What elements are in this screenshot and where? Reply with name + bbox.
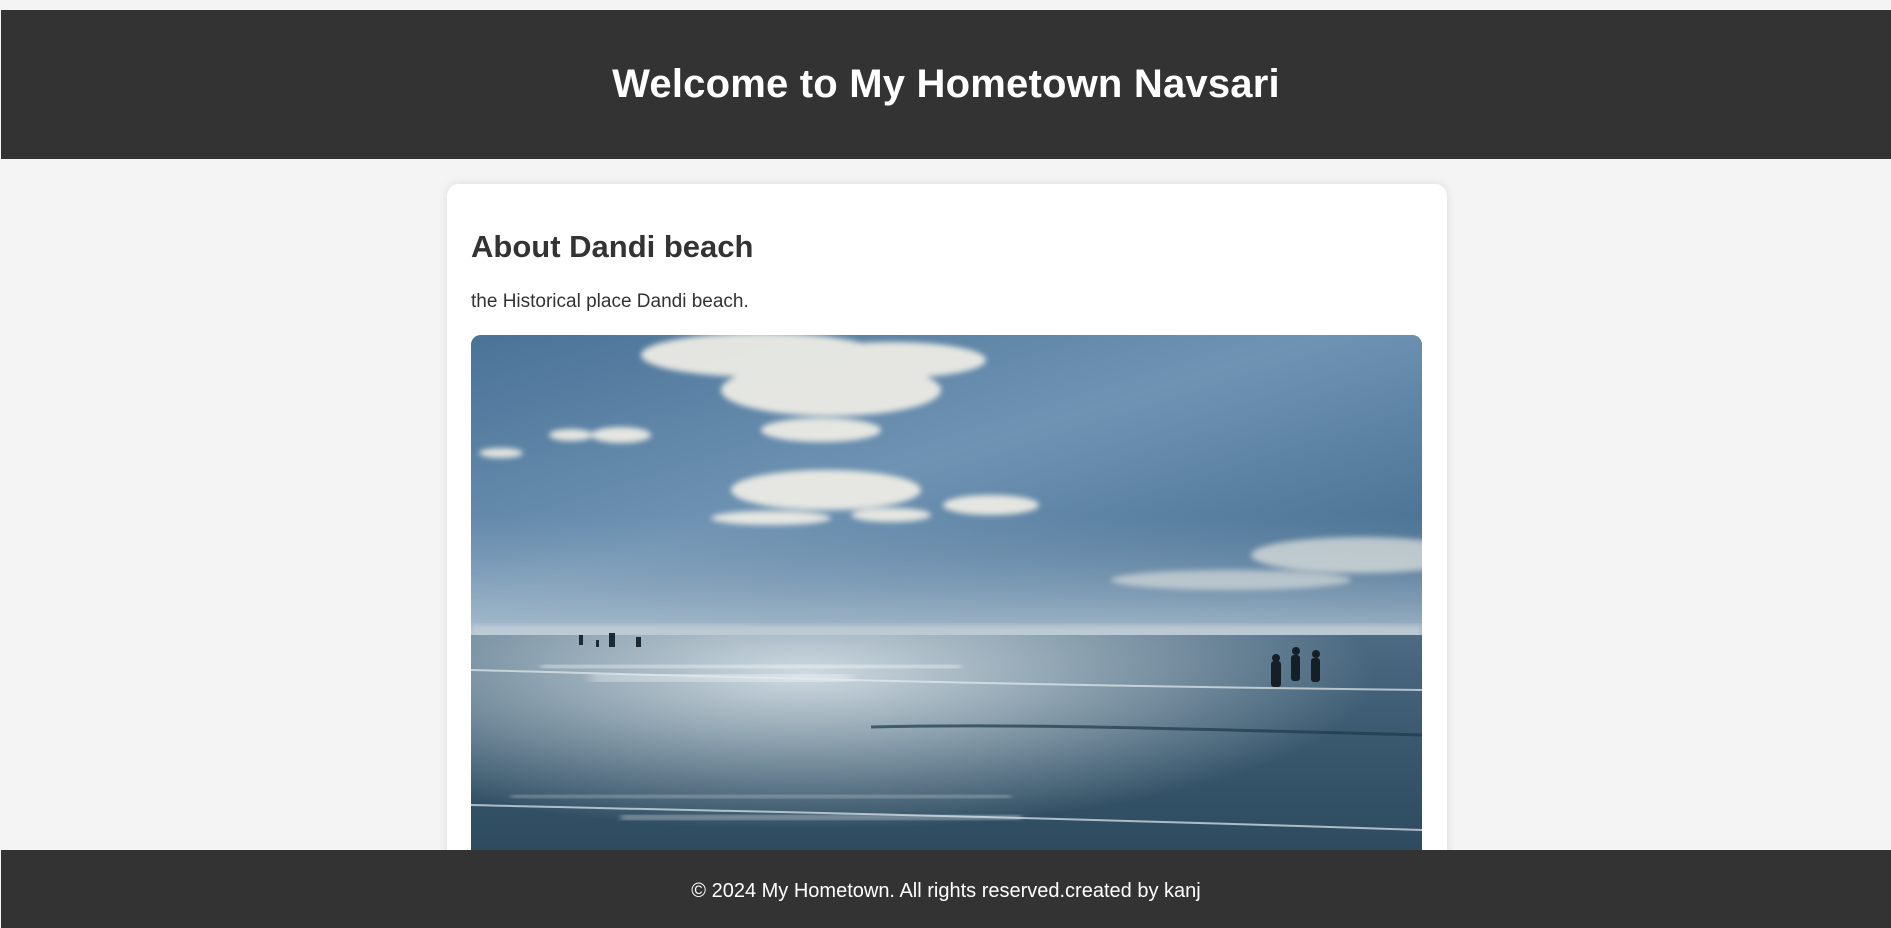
page-title: Welcome to My Hometown Navsari [612,62,1280,106]
site-header: Welcome to My Hometown Navsari [1,10,1891,159]
section-description: the Historical place Dandi beach. [471,291,749,312]
site-footer: © 2024 My Hometown. All rights reserved.… [1,850,1891,928]
page-frame: Welcome to My Hometown Navsari About Dan… [0,0,1891,928]
dandi-beach-photo [471,335,1422,895]
section-heading: About Dandi beach [471,229,754,264]
content-card: About Dandi beach the Historical place D… [447,184,1447,928]
footer-text: © 2024 My Hometown. All rights reserved.… [691,880,1201,902]
beach-photo-illustration [471,335,1422,895]
